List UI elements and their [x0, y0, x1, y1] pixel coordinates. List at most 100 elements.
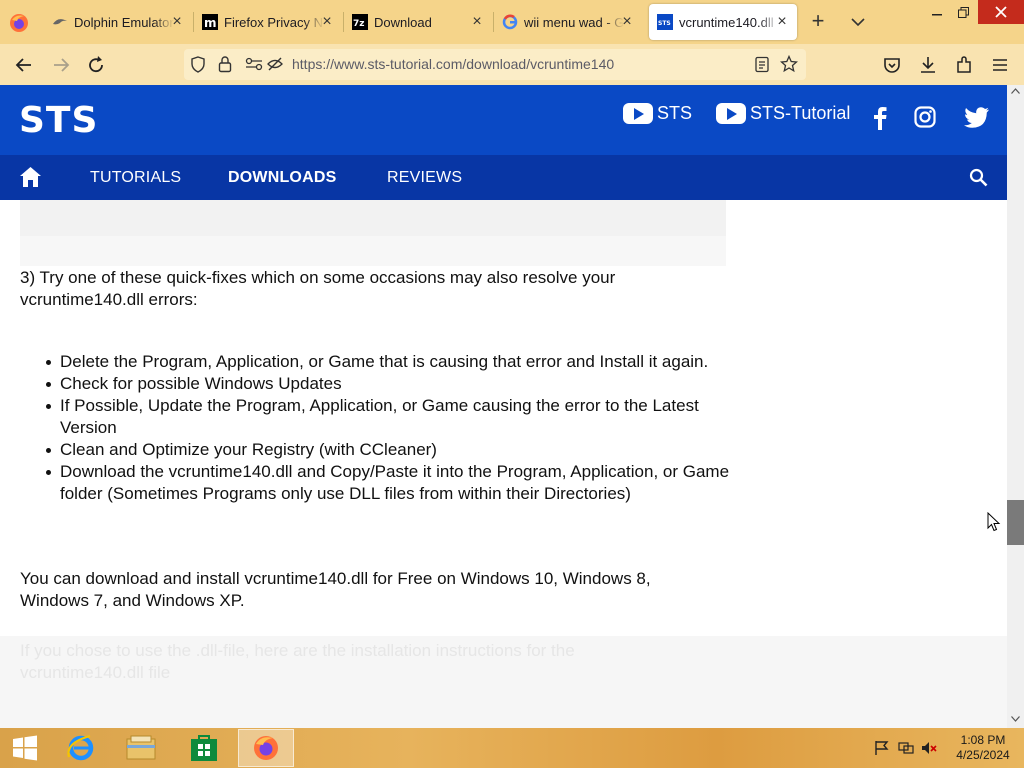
tab-google-search[interactable]: wii menu wad - G ×: [494, 4, 642, 40]
list-item: Download the vcruntime140.dll and Copy/P…: [46, 462, 730, 503]
quick-fix-list: Delete the Program, Application, or Game…: [46, 351, 730, 505]
close-tab-icon[interactable]: ×: [468, 13, 486, 31]
youtube-sts-label: STS: [657, 103, 693, 123]
forward-arrow-icon[interactable]: [50, 54, 72, 76]
back-arrow-icon[interactable]: [13, 54, 35, 76]
minimize-icon: [932, 14, 942, 16]
reader-view-icon[interactable]: [754, 56, 770, 73]
mozilla-m-icon: m: [202, 14, 218, 30]
tab-download[interactable]: 7z Download ×: [344, 4, 492, 40]
svg-text:m: m: [204, 16, 217, 30]
taskbar-store[interactable]: [176, 729, 232, 767]
close-window-button[interactable]: [978, 0, 1024, 24]
svg-text:STS: STS: [658, 20, 671, 27]
facebook-icon[interactable]: [872, 106, 888, 130]
nav-tutorials[interactable]: TUTORIALS: [90, 169, 181, 187]
tab-label: Firefox Privacy No: [224, 14, 324, 30]
list-item: Clean and Optimize your Registry (with C…: [46, 439, 730, 461]
article-content: 3) Try one of these quick-fixes which on…: [0, 200, 1007, 728]
step-3-text: 3) Try one of these quick-fixes which on…: [20, 268, 616, 309]
restore-icon: [957, 6, 969, 18]
site-nav: TUTORIALS DOWNLOADS REVIEWS: [0, 155, 1007, 200]
internet-explorer-icon: [67, 734, 94, 761]
youtube-sts-tutorial-link[interactable]: STS-Tutorial: [716, 103, 850, 124]
tab-bar: Dolphin Emulator × m Firefox Privacy No …: [0, 0, 1024, 44]
scrollbar-thumb-bar: [1007, 500, 1024, 545]
tab-label: wii menu wad - G: [524, 14, 624, 30]
tab-label: Download: [374, 14, 432, 30]
clock-time: 1:08 PM: [960, 733, 1006, 747]
lock-icon[interactable]: [218, 55, 232, 73]
site-header: STS STS STS-Tutorial: [0, 85, 1007, 155]
tab-label: Dolphin Emulator: [74, 14, 174, 30]
web-page: STS STS STS-Tutorial TUTORIALS DOWNLOADS…: [0, 85, 1007, 728]
shield-icon[interactable]: [190, 56, 206, 73]
start-button[interactable]: [0, 729, 50, 767]
close-tab-icon[interactable]: ×: [318, 13, 336, 31]
url-bar[interactable]: https://www.sts-tutorial.com/download/vc…: [184, 49, 806, 80]
home-icon[interactable]: [19, 166, 42, 188]
reload-icon[interactable]: [85, 54, 107, 76]
nav-downloads[interactable]: DOWNLOADS: [228, 169, 336, 187]
taskbar-file-explorer[interactable]: [113, 729, 169, 767]
list-item: Delete the Program, Application, or Game…: [46, 351, 730, 373]
twitter-icon[interactable]: [964, 107, 990, 128]
bookmark-star-icon[interactable]: [780, 55, 798, 73]
tab-label: vcruntime140.dll: [679, 14, 774, 30]
youtube-sts-tutorial-label: STS-Tutorial: [750, 103, 851, 123]
tab-firefox-privacy[interactable]: m Firefox Privacy No ×: [194, 4, 342, 40]
new-tab-button[interactable]: +: [806, 10, 830, 34]
svg-text:7z: 7z: [353, 19, 365, 29]
code-box-bottom: [20, 236, 726, 266]
scroll-down-arrow-icon[interactable]: [1011, 716, 1020, 722]
restore-button[interactable]: [948, 0, 978, 24]
store-icon: [191, 735, 217, 761]
youtube-icon: [623, 103, 653, 124]
network-icon[interactable]: [898, 740, 914, 756]
scroll-up-arrow-icon[interactable]: [1011, 88, 1020, 94]
windows-taskbar: 1:08 PM 4/25/2024: [0, 728, 1024, 768]
permissions-icon[interactable]: [244, 56, 264, 72]
close-tab-icon[interactable]: ×: [618, 13, 636, 31]
action-center-flag-icon[interactable]: [874, 740, 890, 756]
faded-overlay: If you chose to use the .dll-file, here …: [0, 636, 1007, 728]
google-icon: [502, 14, 518, 30]
close-tab-icon[interactable]: ×: [168, 13, 186, 31]
firefox-icon[interactable]: [8, 12, 30, 34]
navigation-toolbar: https://www.sts-tutorial.com/download/vc…: [0, 44, 1024, 85]
downloads-icon[interactable]: [917, 54, 939, 76]
clock-date: 4/25/2024: [956, 748, 1010, 762]
site-logo[interactable]: STS: [19, 103, 98, 139]
tab-vcruntime[interactable]: STS vcruntime140.dll ×: [649, 4, 797, 40]
scrollbar-thumb[interactable]: [1000, 500, 1024, 545]
taskbar-internet-explorer[interactable]: [53, 729, 109, 767]
nav-reviews[interactable]: REVIEWS: [387, 169, 462, 187]
youtube-icon: [716, 103, 746, 124]
code-box: [20, 200, 726, 236]
sts-icon: STS: [657, 14, 673, 30]
download-note-text: You can download and install vcruntime14…: [20, 569, 651, 610]
list-item: If Possible, Update the Program, Applica…: [46, 395, 730, 439]
pocket-icon[interactable]: [881, 54, 903, 76]
extensions-icon[interactable]: [953, 54, 975, 76]
list-item: Check for possible Windows Updates: [46, 373, 730, 395]
dolphin-icon: [53, 19, 67, 25]
system-clock[interactable]: 1:08 PM 4/25/2024: [950, 733, 1016, 763]
firefox-icon: [254, 736, 278, 760]
close-tab-icon[interactable]: ×: [773, 13, 791, 31]
vertical-scrollbar[interactable]: [1007, 85, 1024, 728]
youtube-sts-link[interactable]: STS: [623, 103, 692, 124]
tab-dolphin[interactable]: Dolphin Emulator ×: [44, 4, 192, 40]
folder-icon: [126, 735, 156, 760]
menu-hamburger-icon[interactable]: [989, 54, 1011, 76]
tracking-blocked-icon[interactable]: [266, 55, 284, 73]
taskbar-firefox[interactable]: [238, 729, 294, 767]
faded-instructions-text: If you chose to use the .dll-file, here …: [20, 641, 575, 682]
search-icon[interactable]: [969, 168, 988, 187]
7zip-icon: 7z: [352, 14, 368, 30]
instagram-icon[interactable]: [914, 106, 936, 128]
url-text[interactable]: https://www.sts-tutorial.com/download/vc…: [292, 56, 614, 72]
mouse-cursor-icon: [987, 512, 1001, 532]
chevron-down-icon[interactable]: [848, 10, 868, 34]
speaker-muted-icon[interactable]: [921, 740, 937, 756]
